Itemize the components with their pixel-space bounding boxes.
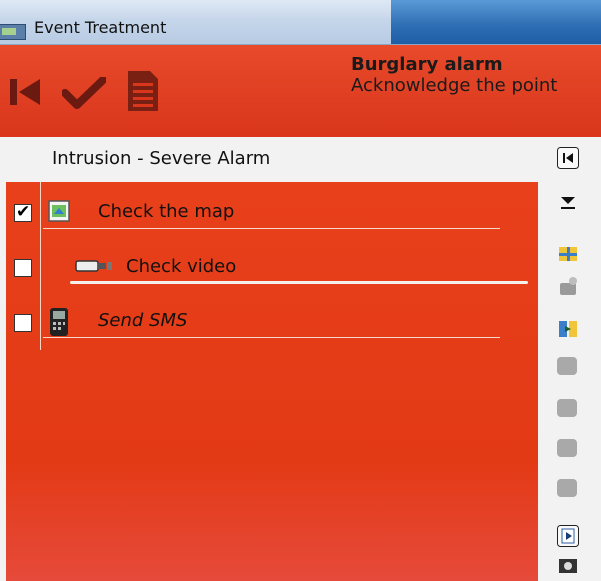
grid-icon[interactable]: [557, 243, 579, 265]
swap-icon[interactable]: [557, 318, 579, 340]
empty-slot-icon: [557, 399, 577, 417]
task-checkbox-map[interactable]: [14, 202, 32, 222]
report-document-icon[interactable]: [128, 71, 158, 111]
task-separator: [43, 337, 500, 338]
map-icon: [48, 200, 70, 222]
event-header: Burglary alarm Acknowledge the point: [0, 45, 601, 137]
empty-slot-icon: [557, 479, 577, 497]
dropdown-arrow-icon[interactable]: [557, 193, 579, 215]
task-separator-selected: [70, 281, 528, 284]
app-window-icon: [0, 24, 26, 40]
task-label-sms[interactable]: Send SMS: [98, 310, 187, 331]
camera-icon: [75, 260, 112, 272]
title-bar-glass: [391, 0, 601, 44]
alarm-instruction: Acknowledge the point: [351, 75, 558, 96]
task-separator: [43, 228, 500, 229]
task-label-map[interactable]: Check the map: [98, 201, 234, 222]
title-bar: Event Treatment: [0, 0, 601, 45]
go-first-icon[interactable]: [10, 77, 44, 107]
panel-divider: [40, 182, 41, 350]
task-checkbox-video[interactable]: [14, 259, 32, 277]
first-icon[interactable]: [557, 147, 579, 169]
phone-icon: [50, 308, 68, 336]
empty-slot-icon: [557, 439, 577, 457]
window-title: Event Treatment: [34, 18, 167, 37]
alarm-title: Burglary alarm: [351, 54, 503, 75]
task-label-video[interactable]: Check video: [126, 256, 236, 277]
task-list-panel: [6, 182, 538, 581]
play-document-icon[interactable]: [557, 525, 579, 547]
section-title: Intrusion - Severe Alarm: [52, 148, 271, 169]
disabled-action-icon: [560, 277, 577, 295]
right-toolbar: [545, 137, 601, 581]
task-checkbox-sms[interactable]: [14, 314, 32, 332]
camera-small-icon[interactable]: [557, 555, 579, 577]
empty-slot-icon: [557, 357, 577, 375]
acknowledge-check-icon[interactable]: [62, 77, 106, 109]
